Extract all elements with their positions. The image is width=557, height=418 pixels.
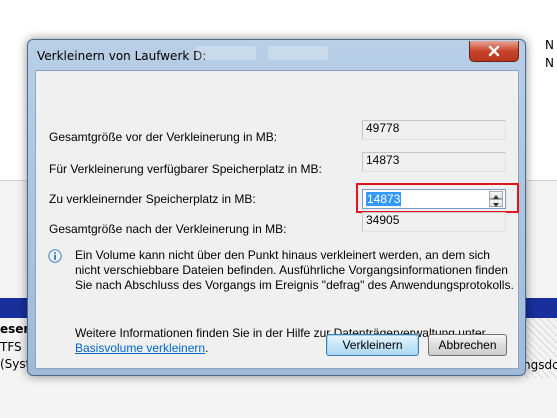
total-size-after-label: Gesamtgröße nach der Verkleinerung in MB… bbox=[49, 222, 287, 236]
spin-buttons bbox=[489, 191, 503, 207]
close-button[interactable] bbox=[469, 41, 519, 62]
close-icon bbox=[488, 45, 500, 57]
info-text: Ein Volume kann nicht über den Punkt hin… bbox=[75, 248, 514, 292]
volume-status: (Syst bbox=[0, 357, 31, 371]
volume-filesystem: TFS bbox=[0, 340, 22, 354]
shrink-button[interactable]: Verkleinern bbox=[326, 334, 419, 356]
spin-down-icon bbox=[493, 196, 499, 210]
total-size-before-value: 49778 bbox=[362, 120, 506, 140]
info-icon bbox=[48, 249, 62, 263]
help-text-body: Weitere Informationen finden Sie in der … bbox=[75, 326, 486, 340]
background-text: N bbox=[545, 56, 554, 70]
shrink-amount-label: Zu verkleinernder Speicherplatz in MB: bbox=[49, 192, 256, 206]
background-text: N bbox=[545, 38, 554, 52]
dialog-content: Gesamtgröße vor der Verkleinerung in MB:… bbox=[35, 70, 519, 369]
shrink-dialog: Verkleinern von Laufwerk D: Gesamtgröße … bbox=[27, 39, 526, 376]
available-shrink-space-value: 14873 bbox=[362, 152, 506, 172]
dialog-titlebar[interactable]: Verkleinern von Laufwerk D: bbox=[28, 40, 525, 72]
shrink-amount-value: 14873 bbox=[366, 192, 402, 206]
help-link-suffix: . bbox=[205, 341, 209, 355]
total-size-after-value: 34905 bbox=[362, 212, 506, 232]
volume-status-right: ngsdc bbox=[523, 358, 557, 372]
titlebar-ghost-text bbox=[268, 46, 328, 60]
background-top-strip bbox=[0, 0, 557, 42]
titlebar-ghost-text bbox=[196, 46, 256, 60]
spin-down-button[interactable] bbox=[489, 199, 503, 207]
total-size-before-label: Gesamtgröße vor der Verkleinerung in MB: bbox=[49, 130, 278, 144]
dialog-title: Verkleinern von Laufwerk D: bbox=[37, 49, 207, 63]
available-shrink-space-label: Für Verkleinerung verfügbarer Speicherpl… bbox=[49, 162, 322, 176]
cancel-button[interactable]: Abbrechen bbox=[428, 334, 507, 356]
help-link[interactable]: Basisvolume verkleinern bbox=[75, 341, 205, 355]
shrink-amount-input[interactable]: 14873 bbox=[362, 189, 506, 209]
